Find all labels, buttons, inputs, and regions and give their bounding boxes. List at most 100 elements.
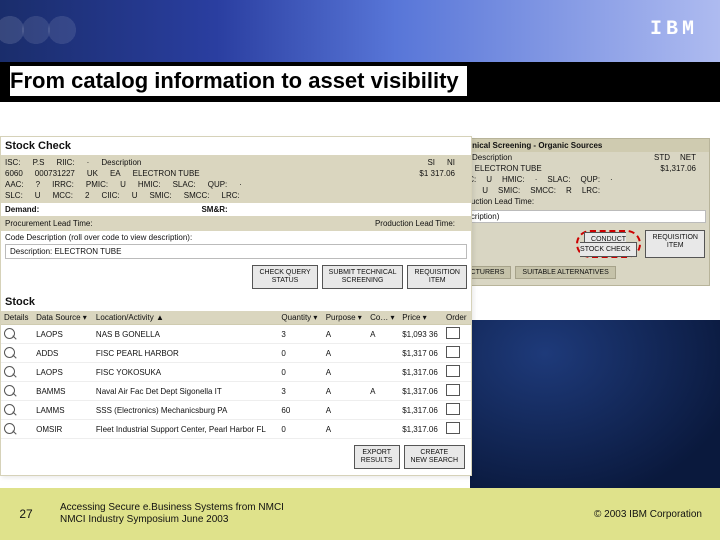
order-icon[interactable] [446,346,460,358]
value: · [239,180,242,189]
tech-screening-title: Technical Screening - Organic Sources [451,139,709,152]
label: HMIC: [138,180,161,189]
col-price[interactable]: Price ▾ [399,311,443,325]
value: EA [110,169,121,178]
label: AAC: [5,180,24,189]
footer-line2: NMCI Industry Symposium June 2003 [60,514,594,526]
submit-technical-screening-button[interactable]: SUBMIT TECHNICALSCREENING [322,265,404,289]
label: Procurement Lead Time: [5,219,363,228]
magnifier-icon[interactable] [4,404,15,415]
label: LRC: [222,191,240,200]
magnifier-icon[interactable] [4,366,15,377]
col-location[interactable]: Location/Activity ▲ [93,311,278,325]
value: 2 [85,191,89,200]
cell-purpose: A [323,401,367,420]
tab-suitable-alternatives[interactable]: SUITABLE ALTERNATIVES [515,266,615,279]
label: IRRC: [52,180,74,189]
order-icon[interactable] [446,422,460,434]
label: SLAC: [547,175,570,184]
label: QUP: [580,175,600,184]
stock-title: Stock [1,293,471,311]
cell-price: $1,093 36 [399,325,443,344]
cell-source: LAOPS [33,325,93,344]
cell-location: SSS (Electronics) Mechanicsburg PA [93,401,278,420]
value: 000731227 [35,169,75,178]
label: SLAC: [173,180,196,189]
label: SMCC: [184,191,210,200]
cell-location: Fleet Industrial Support Center, Pearl H… [93,420,278,439]
cell-purpose: A [323,344,367,363]
cell-source: BAMMS [33,382,93,401]
table-row: LAMMSSSS (Electronics) Mechanicsburg PA6… [1,401,471,420]
cell-qty: 60 [278,401,322,420]
label: PMIC: [86,180,108,189]
conduct-stock-check-button[interactable]: CONDUCTSTOCK CHECK [580,232,637,257]
value: 6060 [5,169,23,178]
cell-code: A [367,382,399,401]
label: SLC: [5,191,23,200]
label: MCC: [53,191,73,200]
cell-code [367,401,399,420]
code-desc-label: Code Description (roll over code to view… [5,233,467,242]
label: LRC: [582,186,600,195]
order-icon[interactable] [446,384,460,396]
label: SMIC: [498,186,520,195]
cell-source: OMSIR [33,420,93,439]
magnifier-icon[interactable] [4,385,15,396]
create-new-search-button[interactable]: CREATENEW SEARCH [404,445,465,469]
cell-qty: 3 [278,325,322,344]
table-row: BAMMSNaval Air Fac Det Dept Sigonella IT… [1,382,471,401]
table-row: OMSIRFleet Industrial Support Center, Pe… [1,420,471,439]
col-details[interactable]: Details [1,311,33,325]
label: Description [472,153,644,162]
cell-price: $1,317.06 [399,382,443,401]
col-purpose[interactable]: Purpose ▾ [323,311,367,325]
cell-purpose: A [323,325,367,344]
cell-qty: 0 [278,420,322,439]
magnifier-icon[interactable] [4,423,15,434]
cell-code [367,420,399,439]
value: U [482,186,488,195]
order-icon[interactable] [446,365,460,377]
cell-location: Naval Air Fac Det Dept Sigonella IT [93,382,278,401]
cell-code: A [367,325,399,344]
cell-price: $1,317.06 [399,363,443,382]
label: NET [680,153,696,162]
requisition-item-button-2[interactable]: REQUISITIONITEM [407,265,467,289]
value: U [486,175,492,184]
magnifier-icon[interactable] [4,328,15,339]
value: ELECTRON TUBE [133,169,408,178]
col-order[interactable]: Order [443,311,471,325]
col-code[interactable]: Co… ▾ [367,311,399,325]
footer-center: Accessing Secure e.Business Systems from… [52,502,594,526]
stock-check-title: Stock Check [1,137,471,155]
order-icon[interactable] [446,403,460,415]
magnifier-icon[interactable] [4,347,15,358]
slide-root: IBM From catalog information to asset vi… [0,0,720,540]
cell-price: $1,317.06 [399,401,443,420]
page-number: 27 [0,507,52,521]
value: $1,317.06 [660,164,696,173]
tech-screening-panel: Technical Screening - Organic Sources UI… [450,138,710,286]
order-icon[interactable] [446,327,460,339]
footer-copyright: © 2003 IBM Corporation [594,509,720,520]
ibm-logo: IBM [650,18,698,41]
highlight-ring: CONDUCTSTOCK CHECK [576,230,641,258]
stock-table: Details Data Source ▾ Location/Activity … [1,311,471,439]
label: HMIC: [502,175,525,184]
label: STD [654,153,670,162]
label: Production Lead Time: [375,219,455,228]
col-source[interactable]: Data Source ▾ [33,311,93,325]
table-header-row: Details Data Source ▾ Location/Activity … [1,311,471,325]
label: ISC: [5,158,21,167]
check-query-status-button[interactable]: CHECK QUERYSTATUS [252,265,317,289]
value: · [610,175,613,184]
col-qty[interactable]: Quantity ▾ [278,311,322,325]
cell-source: ADDS [33,344,93,363]
label: QUP: [208,180,228,189]
requisition-item-button[interactable]: REQUISITIONITEM [645,230,705,258]
page-title: From catalog information to asset visibi… [10,66,467,96]
cell-location: NAS B GONELLA [93,325,278,344]
export-results-button[interactable]: EXPORTRESULTS [354,445,400,469]
code-desc-value: Description: ELECTRON TUBE [5,244,467,259]
